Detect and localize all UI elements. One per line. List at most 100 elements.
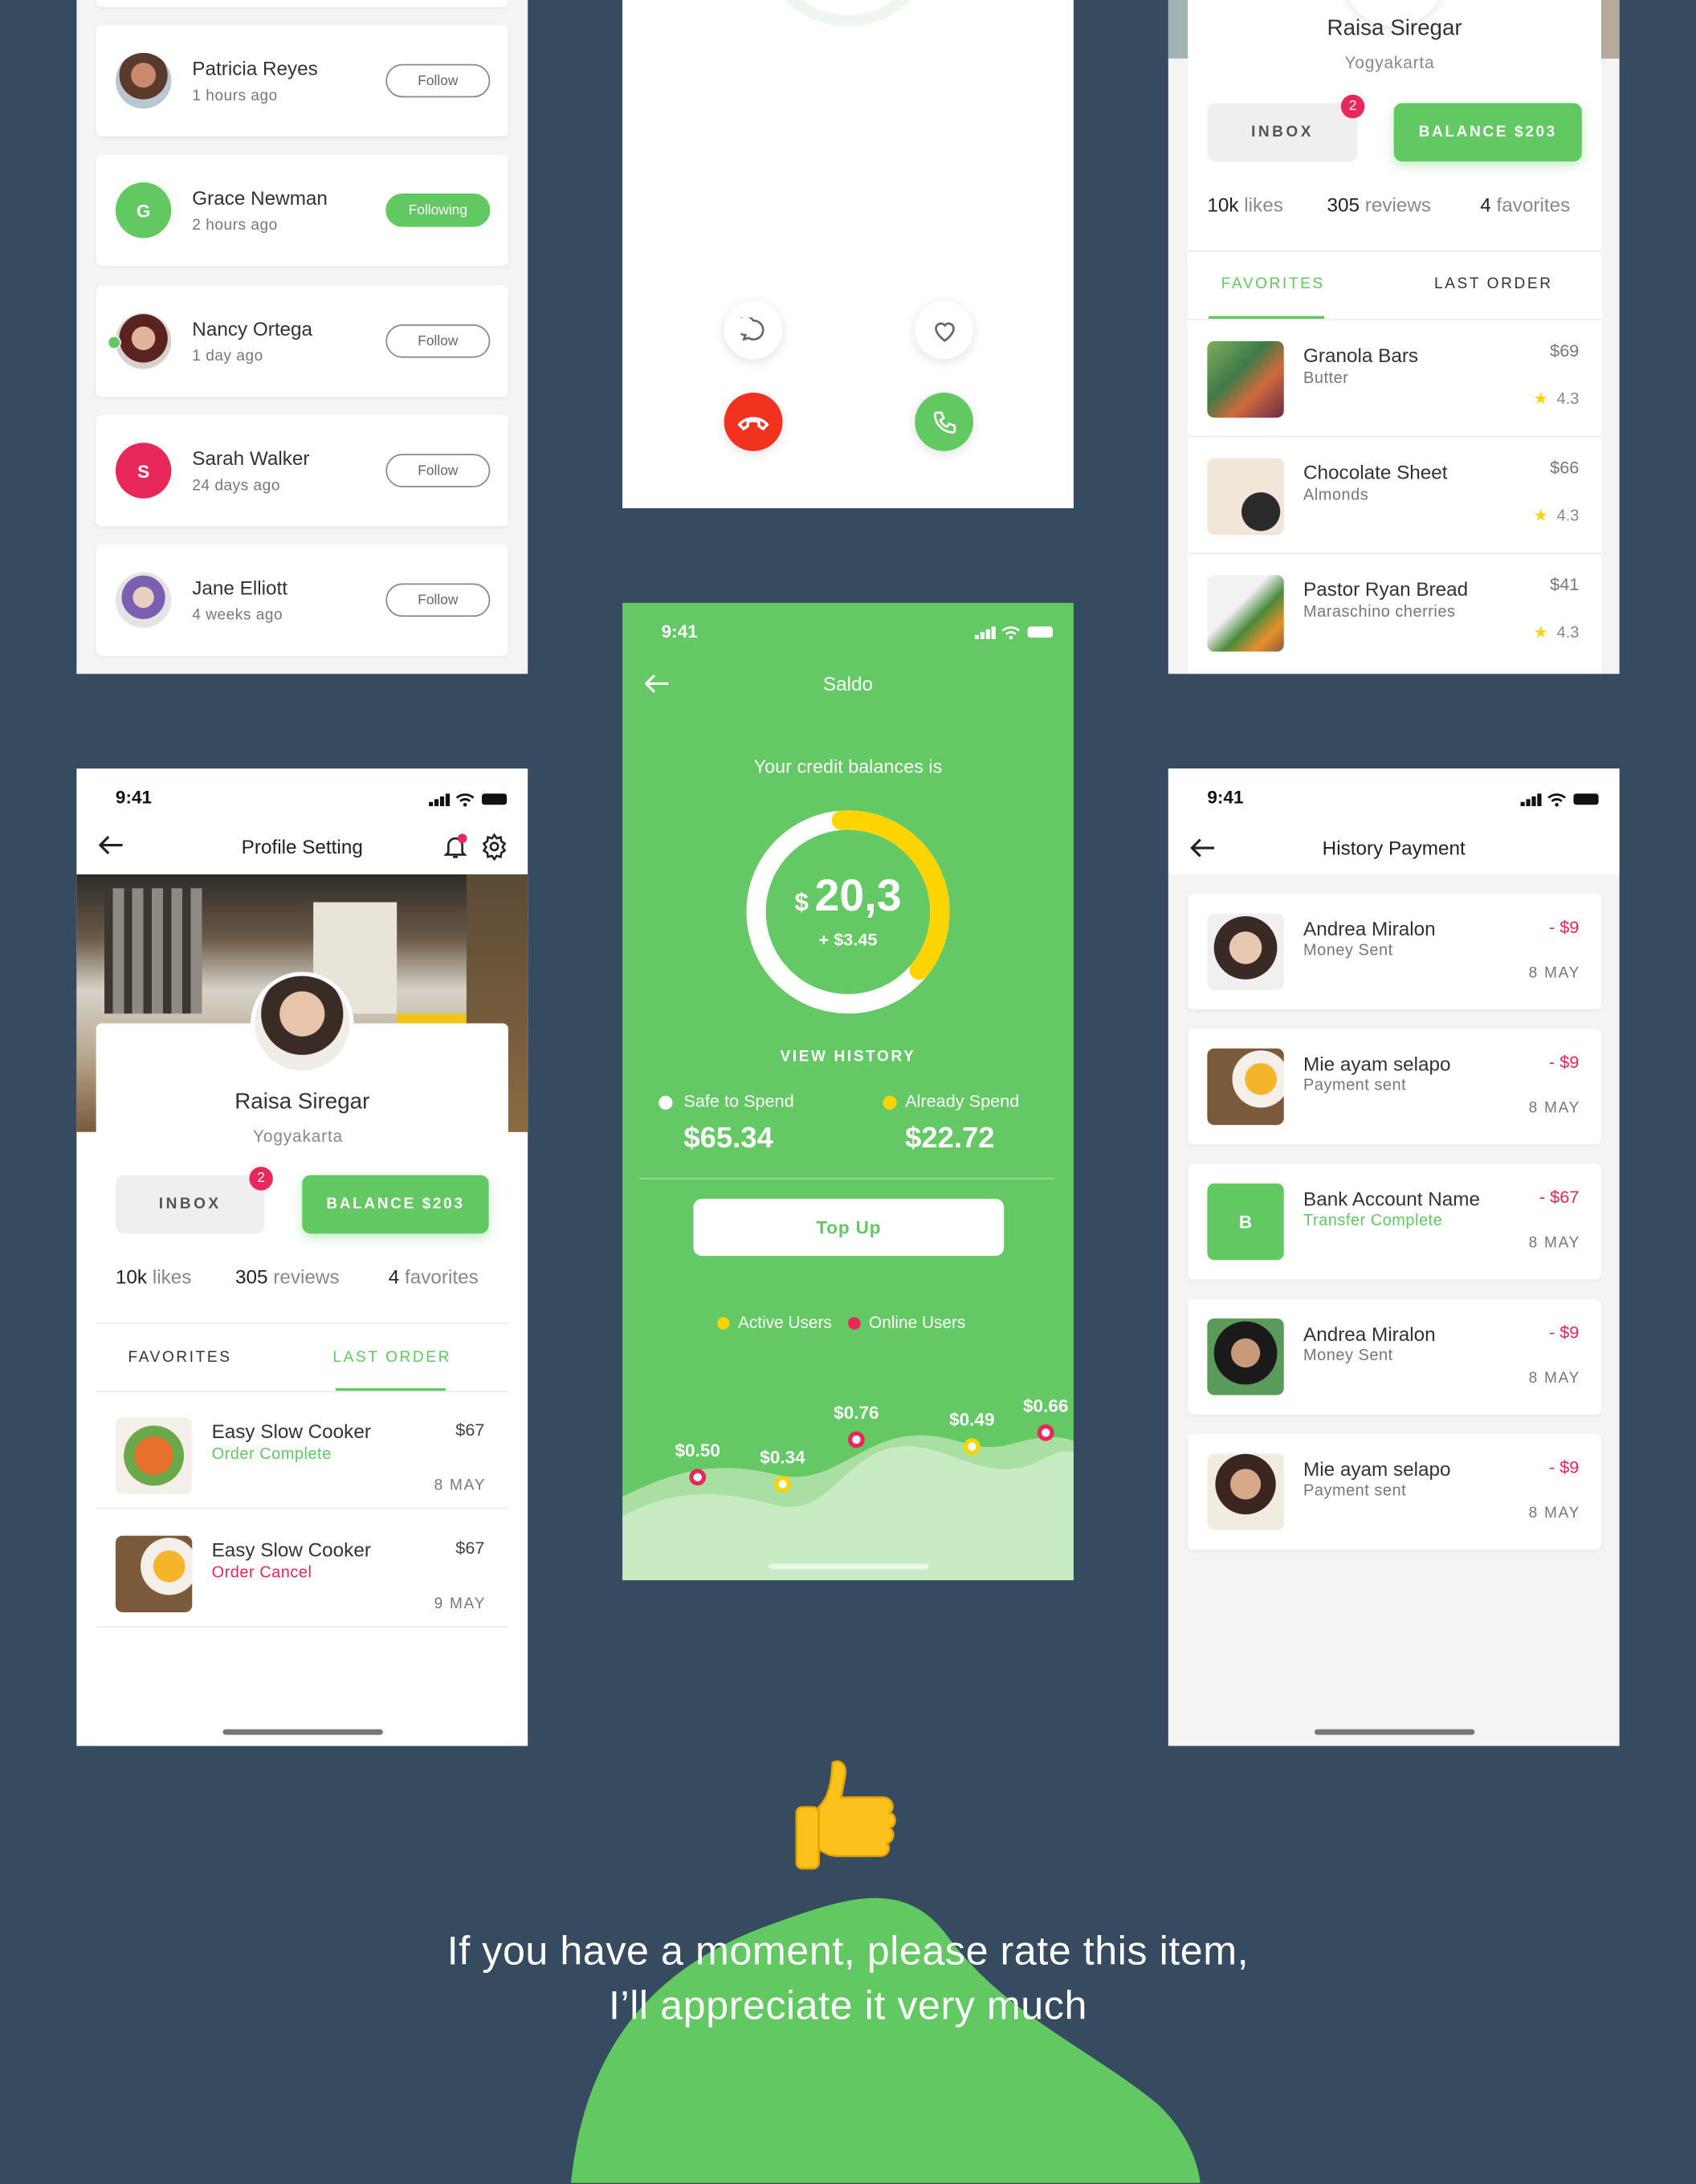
cover-image-edge (1601, 0, 1620, 59)
top-up-button[interactable]: Top Up (693, 1198, 1005, 1257)
avatar (1207, 1048, 1284, 1126)
profile-city: Yogyakarta (1344, 52, 1435, 73)
tab-last-order[interactable]: LAST ORDER (332, 1349, 451, 1366)
order-price: $67 (455, 1420, 485, 1440)
home-indicator (768, 1563, 929, 1570)
history-payment-screen: 9:41 History Payment Andrea Miralon Mone… (1168, 768, 1620, 1746)
item-subtitle: Maraschino cherries (1303, 604, 1456, 621)
user-name: Jane Elliott (192, 576, 288, 599)
user-time: 24 days ago (192, 477, 280, 495)
safe-value: $65.34 (683, 1122, 773, 1155)
order-title: Easy Slow Cooker (211, 1420, 371, 1443)
favorite-item[interactable]: Pastor Ryan Bread Maraschino cherries $4… (1188, 554, 1601, 671)
payment-item[interactable]: Mie ayam selapo Payment sent - $9 8 MAY (1188, 1434, 1602, 1550)
payment-item[interactable]: Andrea Miralon Money Sent - $9 8 MAY (1188, 894, 1602, 1010)
item-subtitle: Almonds (1303, 487, 1369, 504)
item-price: $66 (1550, 458, 1580, 478)
follow-list-screen: Patricia Reyes 1 hours ago Follow G Grac… (76, 0, 528, 674)
order-date: 9 MAY (434, 1595, 487, 1612)
inbox-badge: 2 (1340, 94, 1365, 119)
food-image (1207, 340, 1284, 418)
payment-amount: - $9 (1548, 1322, 1580, 1343)
item-rating: ★ 4.3 (1533, 625, 1580, 642)
chart-point[interactable] (689, 1469, 707, 1486)
balance-amount: $ 20,3 (794, 870, 902, 921)
order-date: 8 MAY (434, 1477, 487, 1494)
chart-point-label: $0.34 (760, 1446, 805, 1468)
payment-date: 8 MAY (1528, 1235, 1581, 1252)
following-button[interactable]: Following (385, 194, 491, 227)
home-indicator (1314, 1729, 1475, 1735)
payment-date: 8 MAY (1528, 1505, 1581, 1522)
signal-wifi-battery-icon (974, 626, 1053, 640)
saldo-screen: 9:41 Saldo Your credit balances is $ 20,… (622, 602, 1074, 1581)
balance-change: + $3.45 (818, 930, 878, 950)
list-item: Nancy Ortega 1 day ago Follow (96, 285, 508, 397)
profile-card: Raisa Siregar Yogyakarta INBOX 2 BALANCE… (1188, 0, 1602, 674)
status-time: 9:41 (661, 621, 698, 642)
order-item[interactable]: Easy Slow Cooker Order Complete $67 8 MA… (96, 1391, 508, 1510)
divider (1188, 251, 1602, 252)
answer-call-button[interactable] (915, 392, 974, 451)
follow-button[interactable]: Follow (385, 324, 491, 358)
item-price: $69 (1550, 340, 1580, 361)
follow-button[interactable]: Follow (385, 63, 491, 98)
profile-city: Yogyakarta (253, 1126, 344, 1147)
payment-status: Money Sent (1303, 942, 1393, 960)
signal-wifi-battery-icon (429, 793, 508, 807)
follow-button[interactable]: Follow (385, 583, 491, 617)
favorite-item[interactable]: Chocolate Sheet Almonds $66 ★ 4.3 (1188, 437, 1602, 555)
payment-date: 8 MAY (1528, 964, 1581, 982)
phone-icon (932, 410, 956, 434)
profile-favorites-screen: Raisa Siregar Yogyakarta INBOX 2 BALANCE… (1168, 0, 1620, 674)
online-users-legend: Online Users (869, 1313, 966, 1333)
view-history-link[interactable]: VIEW HISTORY (622, 1049, 1074, 1066)
inbox-button[interactable]: INBOX (115, 1175, 265, 1234)
chart-point[interactable] (963, 1438, 980, 1456)
notifications-button[interactable] (442, 833, 470, 867)
tab-last-order[interactable]: LAST ORDER (1434, 275, 1553, 292)
payee-name: Andrea Miralon (1303, 917, 1436, 940)
avatar-initial: S (137, 460, 150, 482)
active-users-legend: Active Users (738, 1313, 832, 1333)
balance-button[interactable]: BALANCE $203 (302, 1175, 489, 1234)
user-time: 4 weeks ago (192, 607, 283, 624)
order-title: Easy Slow Cooker (211, 1538, 371, 1561)
spent-legend-dot (883, 1095, 897, 1110)
favorite-item[interactable]: Granola Bars Butter $69 ★ 4.3 (1188, 320, 1602, 438)
avatar (1207, 1318, 1284, 1396)
star-icon: ★ (1533, 625, 1548, 642)
order-item[interactable]: Easy Slow Cooker Order Cancel $67 9 MAY (96, 1510, 508, 1628)
payment-item[interactable]: Mie ayam selapo Payment sent - $9 8 MAY (1188, 1029, 1602, 1145)
payment-status: Payment sent (1303, 1482, 1407, 1500)
settings-button[interactable] (480, 833, 508, 867)
online-users-legend-dot (848, 1317, 861, 1330)
signal-wifi-battery-icon (1520, 793, 1599, 807)
home-indicator (222, 1729, 383, 1735)
thumbs-up-icon (795, 1760, 896, 1870)
payee-name: Mie ayam selapo (1303, 1052, 1451, 1075)
payment-amount: - $9 (1548, 1052, 1580, 1073)
balance-button[interactable]: BALANCE $203 (1393, 103, 1582, 162)
follow-button[interactable]: Follow (385, 454, 491, 487)
chart-point[interactable] (1037, 1424, 1054, 1441)
star-icon: ★ (1533, 507, 1548, 525)
inbox-button[interactable]: INBOX (1207, 103, 1358, 162)
food-image (1207, 458, 1284, 535)
avatar (251, 972, 354, 1075)
status-icons (1520, 789, 1602, 814)
payment-item[interactable]: Andrea Miralon Money Sent - $9 8 MAY (1188, 1298, 1602, 1415)
chart-point[interactable] (774, 1476, 791, 1493)
avatar (115, 572, 172, 629)
hang-up-button[interactable] (724, 392, 783, 451)
order-status: Order Cancel (211, 1565, 312, 1582)
tab-favorites[interactable]: FAVORITES (1221, 275, 1325, 292)
tab-favorites[interactable]: FAVORITES (128, 1349, 232, 1366)
spent-label: Already Spend (905, 1091, 1020, 1111)
online-indicator (107, 335, 121, 350)
chat-button[interactable] (724, 300, 783, 360)
like-button[interactable] (915, 300, 974, 360)
star-icon: ★ (1533, 391, 1548, 409)
chart-point[interactable] (848, 1431, 865, 1449)
payment-item[interactable]: B Bank Account Name Transfer Complete - … (1188, 1163, 1602, 1280)
